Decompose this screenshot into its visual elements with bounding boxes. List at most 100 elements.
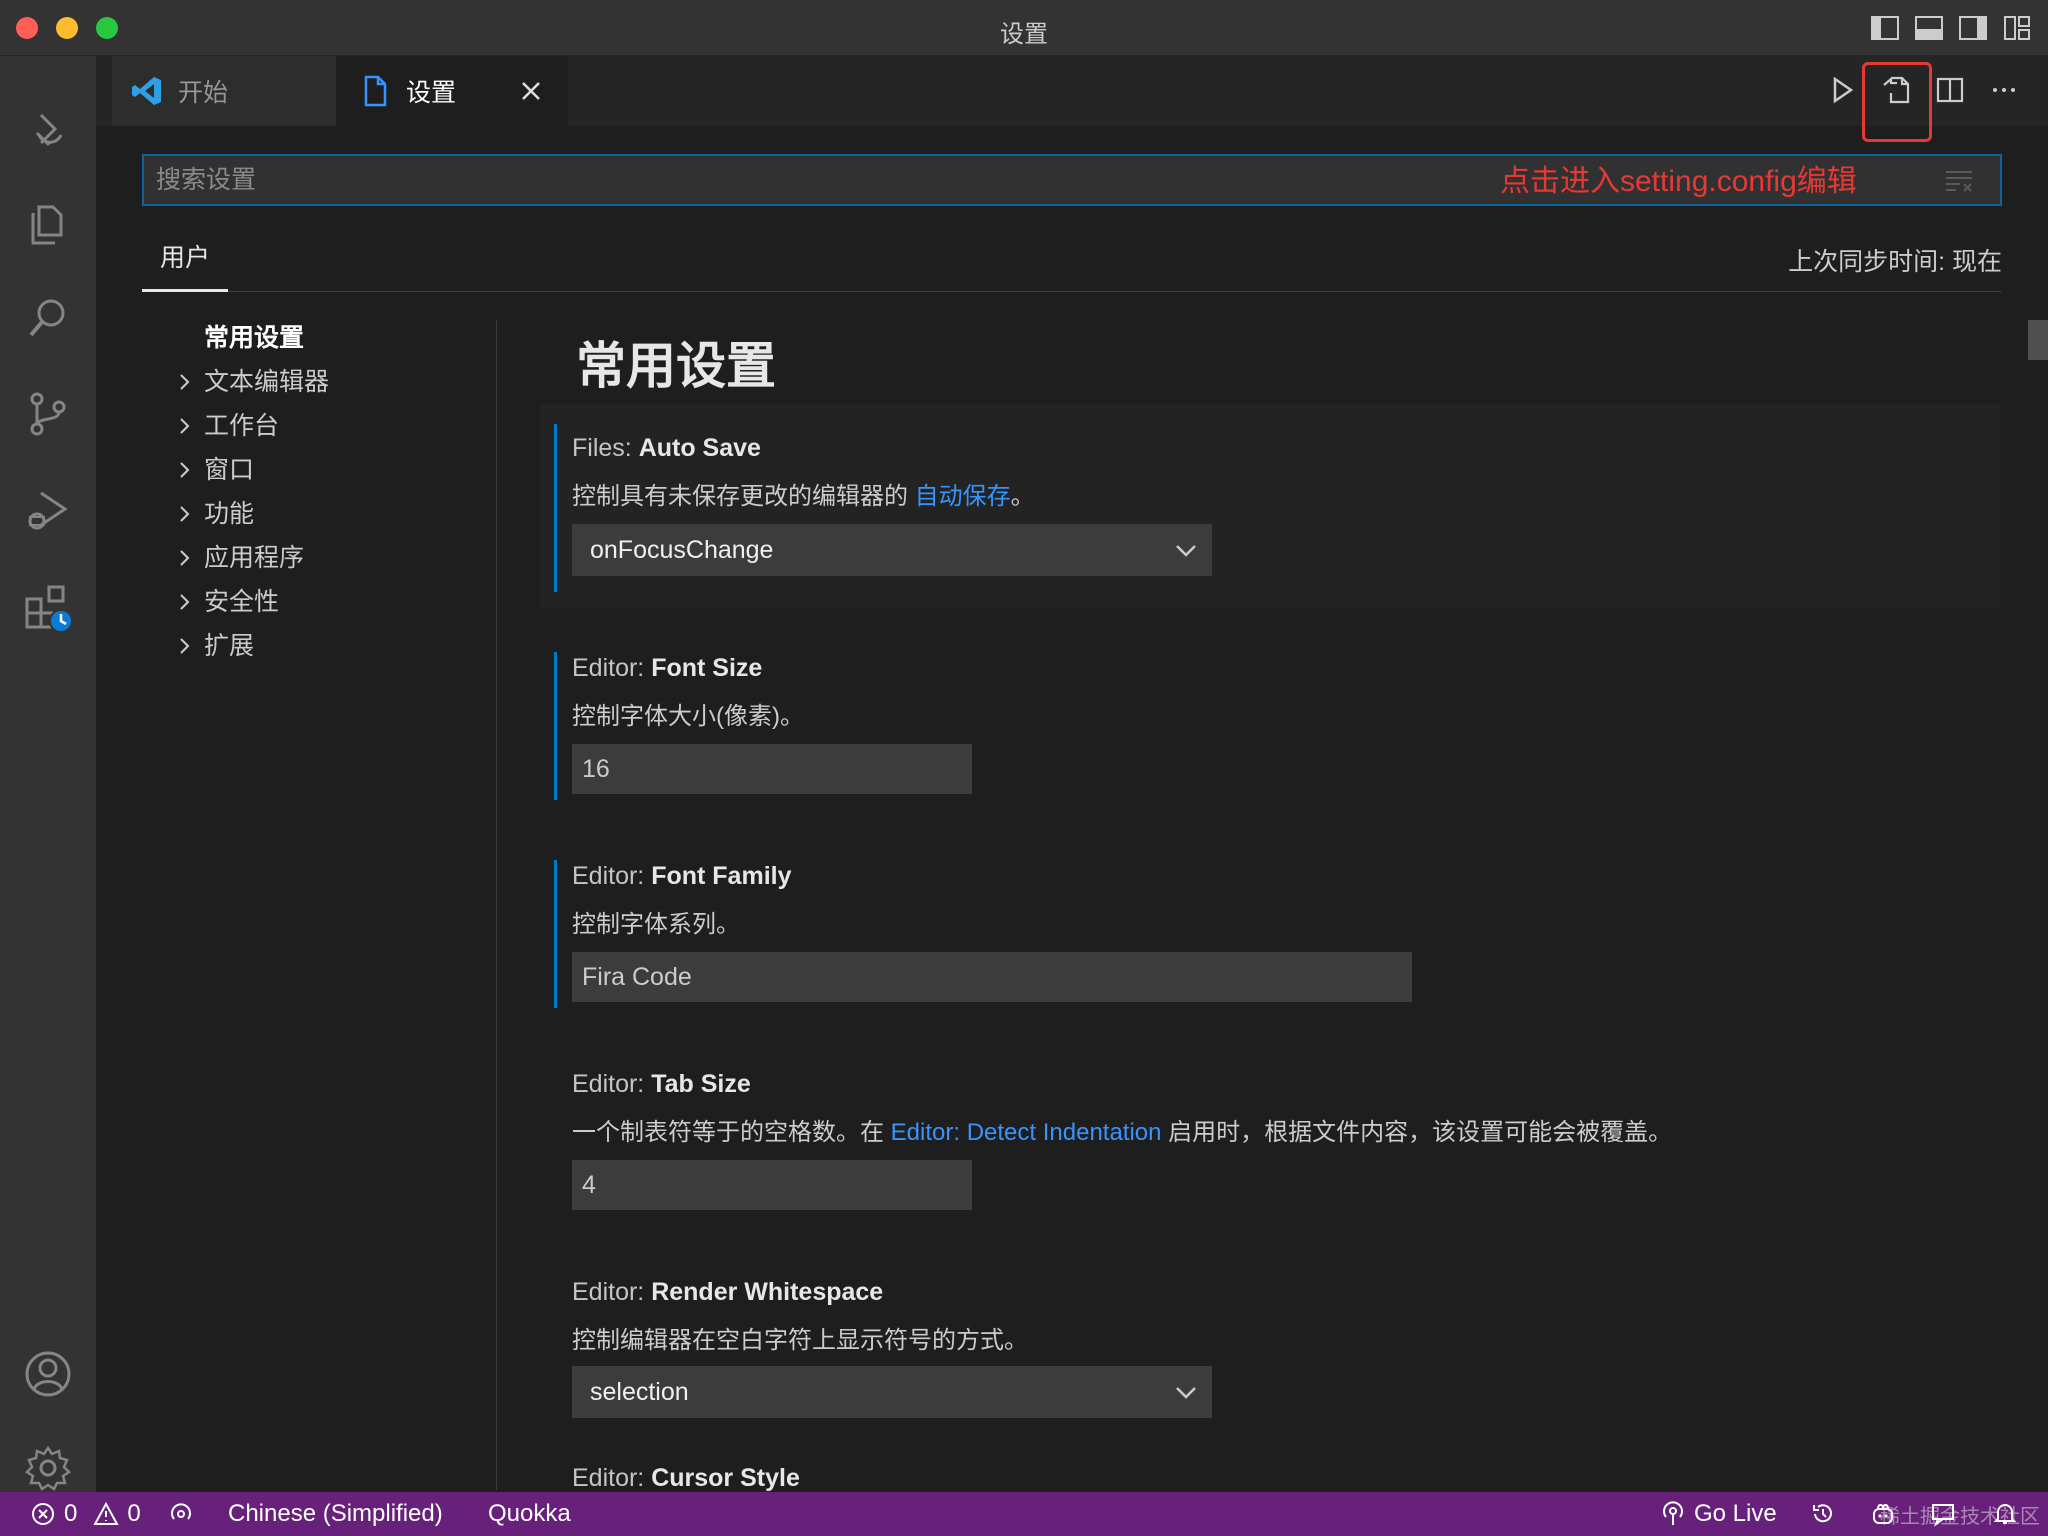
toggle-panel-icon[interactable]: [1914, 14, 1944, 42]
files-icon: [31, 205, 63, 245]
setting-title: Editor: Cursor Style: [572, 1466, 800, 1492]
toc-item-extensions[interactable]: 扩展: [142, 624, 498, 668]
toc-item-commonly-used[interactable]: 常用设置: [142, 316, 498, 360]
tab-label: 设置: [406, 79, 457, 107]
toc-label: 常用设置: [204, 324, 305, 352]
chevron-right-icon: [180, 638, 190, 654]
toc-item-window[interactable]: 窗口: [142, 448, 498, 492]
tab-user-settings[interactable]: 用户: [142, 238, 228, 292]
chevron-down-icon: [1176, 545, 1196, 557]
source-control-icon: [30, 392, 66, 436]
split-editor-button[interactable]: [1934, 70, 1966, 110]
close-icon[interactable]: [516, 76, 546, 106]
broadcast-button[interactable]: [168, 1492, 194, 1536]
setting-category: Editor:: [572, 1070, 652, 1098]
setting-name: Font Family: [651, 862, 792, 890]
desc-text: 一个制表符等于的空格数。在: [572, 1119, 891, 1146]
font-family-input[interactable]: Fira Code: [572, 952, 1412, 1002]
vscode-logo-icon: [132, 77, 161, 105]
chevron-right-icon: [180, 550, 190, 566]
activity-remote[interactable]: [20, 102, 76, 158]
problems-indicator[interactable]: 0 0: [30, 1492, 141, 1536]
sync-status: 上次同步时间: 现在: [1788, 248, 2002, 276]
more-actions-button[interactable]: [1988, 70, 2020, 110]
extensions-icon: [25, 585, 73, 633]
toc-label: 应用程序: [204, 544, 305, 572]
activity-accounts[interactable]: [20, 1346, 76, 1402]
window-title: 设置: [1000, 21, 1048, 48]
activity-manage[interactable]: [20, 1440, 76, 1496]
setting-description: 控制字体系列。: [572, 911, 740, 938]
annotation-highlight-box: [1862, 62, 1932, 142]
toc-label: 文本编辑器: [204, 368, 330, 396]
setting-editor-cursor-style: Editor: Cursor Style: [540, 1466, 2000, 1492]
go-live-button[interactable]: Go Live: [1660, 1492, 1777, 1536]
detect-indentation-link[interactable]: Editor: Detect Indentation: [891, 1119, 1162, 1146]
setting-description: 控制具有未保存更改的编辑器的 自动保存。: [572, 476, 1035, 511]
activity-explorer[interactable]: [20, 196, 76, 252]
tab-welcome[interactable]: 开始: [112, 56, 348, 126]
activity-run-debug[interactable]: [20, 482, 76, 538]
toc-item-features[interactable]: 功能: [142, 492, 498, 536]
toc-item-workbench[interactable]: 工作台: [142, 404, 498, 448]
setting-category: Editor:: [572, 1278, 652, 1306]
scrollbar-thumb[interactable]: [2028, 320, 2048, 360]
clear-filter-icon[interactable]: [1944, 168, 1974, 194]
annotation-text: 点击进入setting.config编辑: [1500, 165, 1857, 198]
broadcast-icon: [171, 1503, 191, 1520]
setting-description: 一个制表符等于的空格数。在 Editor: Detect Indentation…: [572, 1112, 1672, 1147]
error-count: 0: [64, 1500, 78, 1527]
activity-source-control[interactable]: [20, 386, 76, 442]
modified-indicator: [554, 860, 557, 1008]
toc-label: 功能: [204, 500, 255, 528]
title-bar: 设置: [0, 0, 2048, 56]
auto-save-select[interactable]: onFocusChange: [572, 524, 1212, 576]
setting-name: Tab Size: [651, 1070, 751, 1098]
setting-title: Editor: Tab Size: [572, 1070, 751, 1099]
toc-item-text-editor[interactable]: 文本编辑器: [142, 360, 498, 404]
modified-indicator: [554, 652, 557, 800]
render-whitespace-select[interactable]: selection: [572, 1366, 1212, 1418]
toggle-secondary-sidebar-icon[interactable]: [1958, 14, 1988, 42]
warning-icon: [93, 1501, 120, 1525]
activity-search[interactable]: [20, 290, 76, 346]
toggle-primary-sidebar-icon[interactable]: [1870, 14, 1900, 42]
auto-save-link[interactable]: 自动保存: [915, 483, 1011, 510]
desc-text: 。: [1010, 483, 1035, 510]
customize-layout-icon[interactable]: [2002, 14, 2032, 42]
setting-title: Editor: Render Whitespace: [572, 1278, 883, 1307]
error-icon: [32, 1503, 54, 1525]
split-editor-icon: [1936, 77, 1964, 103]
select-value: onFocusChange: [590, 536, 774, 564]
setting-name: Font Size: [651, 654, 763, 682]
warning-count: 0: [127, 1500, 141, 1527]
setting-name: Auto Save: [638, 434, 761, 462]
toc-item-security[interactable]: 安全性: [142, 580, 498, 624]
desc-text: 启用时，根据文件内容，该设置可能会被覆盖。: [1161, 1119, 1673, 1146]
setting-description: 控制编辑器在空白字符上显示符号的方式。: [572, 1327, 1028, 1354]
font-size-input[interactable]: 16: [572, 744, 972, 794]
setting-category: Editor:: [572, 1466, 652, 1492]
toc-label: 安全性: [204, 588, 280, 616]
setting-description: 控制字体大小(像素)。: [572, 703, 804, 730]
ellipsis-icon: [1993, 88, 2015, 92]
tab-size-input[interactable]: 4: [572, 1160, 972, 1210]
modified-indicator: [554, 424, 557, 592]
toc-item-application[interactable]: 应用程序: [142, 536, 498, 580]
toc-divider: [496, 320, 497, 1490]
tab-label: 开始: [178, 79, 229, 107]
desc-text: 控制具有未保存更改的编辑器的: [572, 483, 915, 510]
setting-files-auto-save: Files: Auto Save 控制具有未保存更改的编辑器的 自动保存。 on…: [540, 404, 2000, 608]
activity-extensions[interactable]: [20, 580, 76, 636]
account-icon: [25, 1351, 71, 1397]
quokka-item[interactable]: Quokka: [488, 1492, 571, 1536]
run-button[interactable]: [1826, 70, 1858, 110]
setting-name: Cursor Style: [651, 1466, 800, 1492]
language-pack-item[interactable]: Chinese (Simplified): [228, 1492, 443, 1536]
select-value: selection: [590, 1378, 689, 1406]
tab-settings[interactable]: 设置: [336, 56, 568, 126]
chevron-right-icon: [180, 374, 190, 390]
run-debug-icon: [28, 491, 68, 530]
setting-title: Files: Auto Save: [572, 434, 761, 463]
timeline-button[interactable]: [1810, 1492, 1836, 1536]
